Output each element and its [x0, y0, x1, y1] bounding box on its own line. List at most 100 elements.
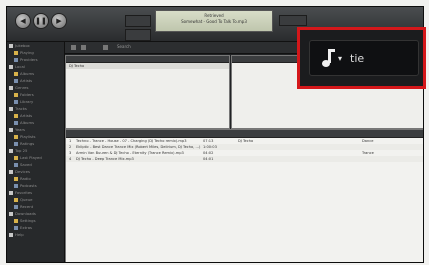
sidebar-item-label: Artists	[20, 78, 33, 83]
sidebar-item[interactable]: Ratings	[7, 140, 64, 147]
next-button[interactable]: ▶	[51, 13, 67, 29]
breadcrumb: Search	[117, 44, 131, 49]
sidebar-item-label: Saved	[20, 162, 32, 167]
node-icon	[9, 127, 13, 132]
sidebar-item-label: Recent	[20, 204, 34, 209]
sidebar-item[interactable]: Playing	[7, 49, 64, 56]
list-item[interactable]: DJ Techo	[66, 63, 229, 69]
sidebar-item[interactable]: Recent	[7, 203, 64, 210]
sidebar-item[interactable]: Radio	[7, 175, 64, 182]
forward-icon[interactable]	[81, 45, 86, 50]
node-icon	[9, 64, 13, 69]
node-icon	[14, 225, 18, 230]
node-icon	[9, 190, 13, 195]
sidebar-item[interactable]: Top 25	[7, 147, 64, 154]
sidebar-item[interactable]: Albums	[7, 70, 64, 77]
sidebar-item[interactable]: Queue	[7, 196, 64, 203]
sidebar-item[interactable]: Providers	[7, 56, 64, 63]
sidebar-item[interactable]: Albums	[7, 119, 64, 126]
node-icon	[9, 169, 13, 174]
sidebar-item-label: Local	[15, 64, 25, 69]
sidebar-item[interactable]: Jukebox	[7, 42, 64, 49]
track-list-header	[66, 130, 423, 138]
artist-browser-pane: DJ Techo	[65, 55, 230, 129]
sidebar-item-label: Playlists	[20, 134, 36, 139]
track-num: 4	[69, 157, 72, 161]
chevron-down-icon[interactable]: ▾	[338, 54, 342, 63]
sidebar-item[interactable]: Tracks	[7, 105, 64, 112]
volume-slider[interactable]	[279, 15, 307, 26]
sidebar-item[interactable]: Artists	[7, 112, 64, 119]
sidebar-item[interactable]: Local	[7, 63, 64, 70]
sidebar-item[interactable]: Last Played	[7, 154, 64, 161]
sidebar-item-label: Jukebox	[15, 43, 30, 48]
track-title: DJ Techo - Deep Trance Mix.mp3	[76, 157, 134, 161]
back-icon[interactable]	[71, 45, 76, 50]
sidebar-item[interactable]: Saved	[7, 161, 64, 168]
sidebar-item-label: Folders	[20, 92, 34, 97]
sidebar-item[interactable]: Devices	[7, 168, 64, 175]
sidebar-item[interactable]: Years	[7, 126, 64, 133]
folder-icon	[14, 176, 18, 181]
node-icon	[14, 141, 18, 146]
sidebar-item-label: Years	[15, 127, 26, 132]
seek-bar[interactable]	[125, 29, 151, 41]
sidebar-item[interactable]: Extras	[7, 224, 64, 231]
node-icon	[14, 120, 18, 125]
search-callout: ▾	[297, 27, 426, 89]
sidebar-item-label: Top 25	[15, 148, 28, 153]
sidebar-item-label: Tracks	[15, 106, 27, 111]
sidebar-item-label: Last Played	[20, 155, 42, 160]
sidebar-item-label: Downloads	[15, 211, 36, 216]
sidebar-item-label: Albums	[20, 120, 35, 125]
sidebar: Jukebox Playing Providers Local Albums Artist…	[7, 42, 65, 262]
sidebar-item-label: Settings	[20, 218, 36, 223]
sidebar-item[interactable]: Help	[7, 231, 64, 238]
node-icon	[14, 204, 18, 209]
sidebar-item-label: Favorites	[15, 190, 33, 195]
folder-icon	[14, 71, 18, 76]
sidebar-item[interactable]: Library	[7, 98, 64, 105]
pane-header	[66, 56, 229, 63]
music-note-icon[interactable]	[318, 48, 336, 68]
folder-icon	[14, 197, 18, 202]
folder-icon	[14, 92, 18, 97]
now-playing-display: Retrieved Somewhat - Good To Talk To.mp3	[155, 10, 273, 32]
now-playing-line2: Somewhat - Good To Talk To.mp3	[181, 19, 247, 24]
sidebar-item[interactable]: Downloads	[7, 210, 64, 217]
home-icon[interactable]	[103, 45, 108, 50]
sidebar-item[interactable]: Artists	[7, 77, 64, 84]
sidebar-item[interactable]: Folders	[7, 91, 64, 98]
seek-back-button[interactable]	[125, 15, 151, 27]
sidebar-item-label: Artists	[20, 113, 33, 118]
sidebar-item-label: Providers	[20, 57, 38, 62]
node-icon	[14, 57, 18, 62]
track-time: 04:01	[203, 157, 214, 161]
sidebar-item[interactable]: Playlists	[7, 133, 64, 140]
search-input[interactable]	[350, 51, 411, 65]
sidebar-item-label: Playing	[20, 50, 34, 55]
previous-button[interactable]: ◀	[15, 13, 31, 29]
node-icon	[9, 106, 13, 111]
node-icon	[9, 43, 13, 48]
sidebar-item[interactable]: Podcasts	[7, 182, 64, 189]
node-icon	[14, 183, 18, 188]
sidebar-item-label: Extras	[20, 225, 33, 230]
search-field[interactable]: ▾	[309, 40, 419, 76]
sidebar-item[interactable]: Favorites	[7, 189, 64, 196]
folder-icon	[14, 218, 18, 223]
sidebar-item[interactable]: Settings	[7, 217, 64, 224]
sidebar-item-label: Queue	[20, 197, 33, 202]
callout-background: ▾	[300, 30, 423, 86]
sidebar-item-label: Podcasts	[20, 183, 37, 188]
sidebar-item[interactable]: Genres	[7, 84, 64, 91]
node-icon	[14, 78, 18, 83]
node-icon	[9, 232, 13, 237]
folder-icon	[14, 50, 18, 55]
sidebar-item-label: Help	[15, 232, 24, 237]
folder-icon	[14, 113, 18, 118]
node-icon	[14, 99, 18, 104]
table-row[interactable]: 4 DJ Techo - Deep Trance Mix.mp3 04:01	[66, 156, 423, 162]
pause-button[interactable]: ❚❚	[33, 13, 49, 29]
folder-icon	[14, 155, 18, 160]
